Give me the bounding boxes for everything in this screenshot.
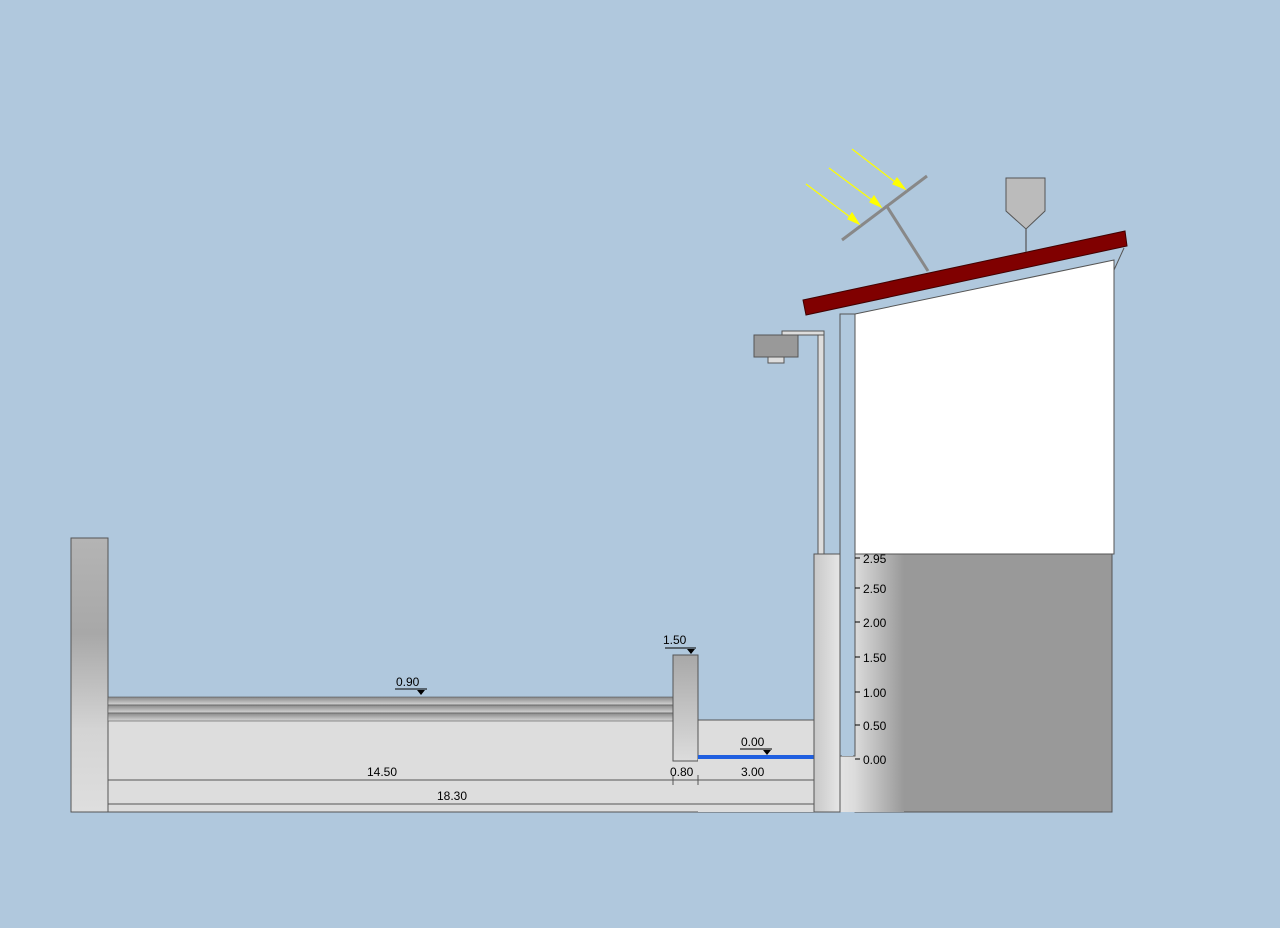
level-marker-pool-surface: 0.90 [395,675,427,695]
level-label-wall-top: 1.50 [663,633,687,647]
dimension-wall-thickness: 0.80 [670,765,694,779]
svg-text:1.50: 1.50 [863,651,887,665]
hopper-body [1005,177,1046,230]
street-lamp-icon [753,330,825,555]
water-surface [698,755,814,759]
dimension-pool-length: 14.50 [367,765,397,779]
lamp-head [753,334,799,358]
building-wall [854,259,1115,555]
pool-layer-3 [107,712,674,722]
solar-panel-icon [841,174,930,272]
svg-text:0.50: 0.50 [863,719,887,733]
gauge-inner [842,554,853,756]
solar-panel-plate [841,174,928,242]
level-triangle-icon [417,690,425,695]
level-label-pool-surface: 0.90 [396,675,420,689]
hopper-silo-icon [1005,177,1046,252]
svg-text:0.00: 0.00 [863,753,887,767]
dimension-channel-width: 3.00 [741,765,765,779]
right-wall-post [672,654,699,762]
pier-left [813,553,841,813]
svg-text:2.00: 2.00 [863,616,887,630]
svg-text:1.00: 1.00 [863,686,887,700]
roof-eave [1113,247,1125,271]
dimension-total-length: 18.30 [437,789,467,803]
lamp-pole [817,330,825,555]
level-marker-wall-top: 1.50 [663,633,696,654]
left-wall [70,537,109,813]
pool-structure [70,537,815,813]
cross-section-diagram: 1.50 0.90 0.00 14.50 0.80 3.00 18.30 2.9… [70,148,1128,813]
solar-panel-strut [884,204,930,272]
pool-layer-1 [107,696,674,706]
svg-text:2.50: 2.50 [863,582,887,596]
level-label-water-surface: 0.00 [741,735,765,749]
building [802,230,1128,813]
svg-text:2.95: 2.95 [863,552,887,566]
lamp-arm [781,330,825,336]
level-triangle-icon [687,649,695,654]
lamp-bulb [767,356,785,364]
pool-layer-2 [107,704,674,714]
